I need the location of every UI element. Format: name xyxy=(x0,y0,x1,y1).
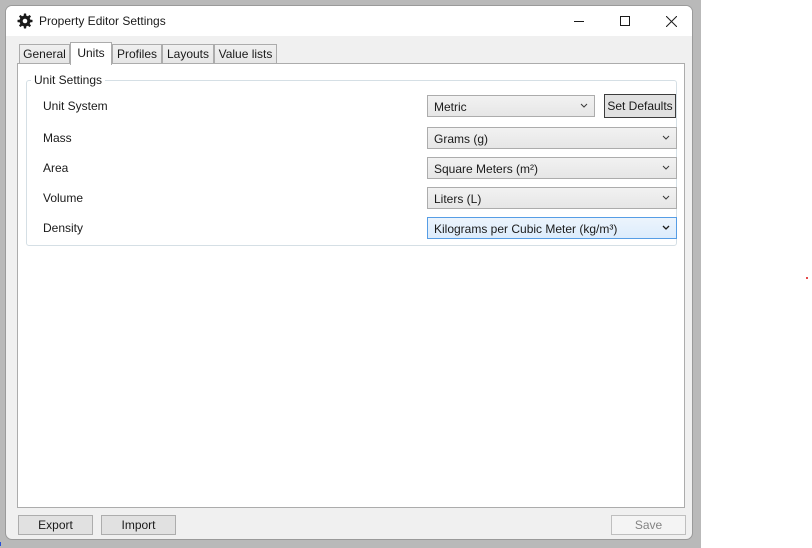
close-button[interactable] xyxy=(648,6,692,36)
export-button[interactable]: Export xyxy=(18,515,93,535)
tab-profiles[interactable]: Profiles xyxy=(112,44,162,64)
title-bar: Property Editor Settings xyxy=(6,6,692,36)
gear-icon xyxy=(17,13,33,29)
chevron-down-icon xyxy=(580,103,588,108)
density-label: Density xyxy=(43,221,84,235)
volume-select[interactable]: Liters (L) xyxy=(427,187,677,209)
tab-value-lists[interactable]: Value lists xyxy=(214,44,277,64)
save-button[interactable]: Save xyxy=(611,515,686,535)
volume-label: Volume xyxy=(43,191,84,205)
area-select[interactable]: Square Meters (m²) xyxy=(427,157,677,179)
maximize-button[interactable] xyxy=(602,6,648,36)
tab-layouts[interactable]: Layouts xyxy=(162,44,214,64)
unit-system-select[interactable]: Metric xyxy=(427,95,595,117)
chevron-down-icon xyxy=(662,195,670,200)
unit-system-label: Unit System xyxy=(43,99,108,113)
unit-system-value: Metric xyxy=(434,100,467,114)
volume-value: Liters (L) xyxy=(434,192,482,206)
maximize-icon xyxy=(620,16,630,26)
tab-general[interactable]: General xyxy=(19,44,70,64)
minimize-icon xyxy=(574,21,584,22)
density-value: Kilograms per Cubic Meter (kg/m³) xyxy=(434,222,618,236)
density-select[interactable]: Kilograms per Cubic Meter (kg/m³) xyxy=(427,217,677,239)
unit-settings-group: Unit Settings Unit System Metric Set Def… xyxy=(26,73,677,246)
close-icon xyxy=(665,15,677,27)
units-tab-panel: Unit Settings Unit System Metric Set Def… xyxy=(17,63,685,508)
group-title: Unit Settings xyxy=(31,73,106,87)
chevron-down-icon xyxy=(662,135,670,140)
window-title: Property Editor Settings xyxy=(39,14,166,28)
settings-window: Property Editor Settings General Units P… xyxy=(5,5,693,540)
mass-value: Grams (g) xyxy=(434,132,488,146)
chevron-down-icon xyxy=(662,225,670,230)
mass-select[interactable]: Grams (g) xyxy=(427,127,677,149)
chevron-down-icon xyxy=(662,165,670,170)
minimize-button[interactable] xyxy=(556,6,602,36)
set-defaults-button[interactable]: Set Defaults xyxy=(604,94,676,118)
mass-label: Mass xyxy=(43,131,72,145)
area-value: Square Meters (m²) xyxy=(434,162,539,176)
import-button[interactable]: Import xyxy=(101,515,176,535)
stray-dot xyxy=(806,277,808,279)
window-edge-mark xyxy=(0,542,5,546)
tab-units[interactable]: Units xyxy=(70,42,112,65)
area-label: Area xyxy=(43,161,69,175)
